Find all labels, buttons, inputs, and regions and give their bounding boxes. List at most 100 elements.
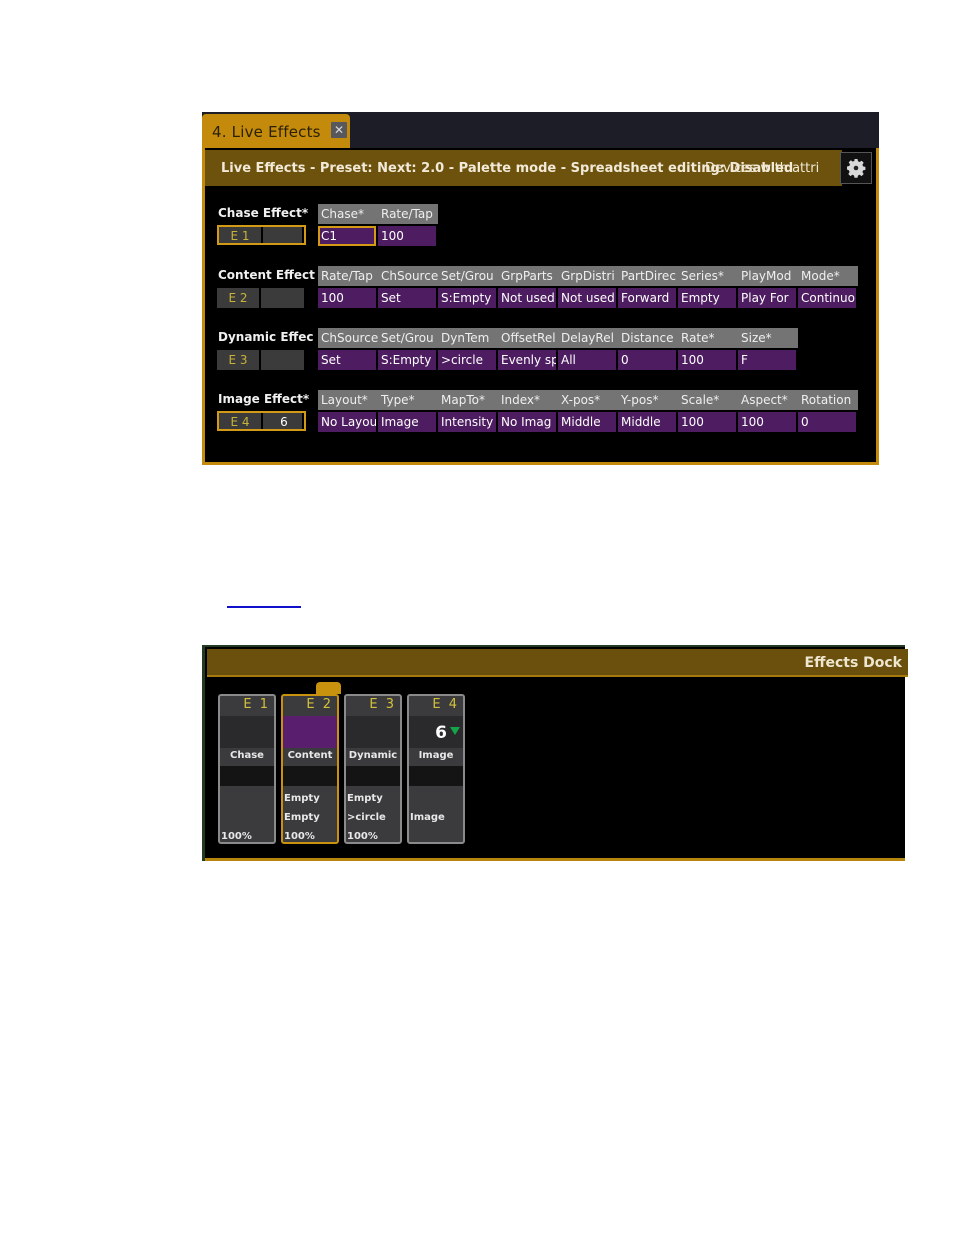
effect-tile-line: 100% (347, 831, 378, 842)
window-title-bar: Live Effects - Preset: Next: 2.0 - Palet… (205, 150, 842, 186)
table-cell[interactable]: Continuo (798, 288, 856, 308)
column-header[interactable]: ChSource (318, 328, 378, 348)
dock-title-bar: Effects Dock (207, 649, 908, 677)
live-effects-window: 4. Live Effects ✕ Live Effects - Preset:… (202, 112, 879, 465)
column-header[interactable]: Scale* (678, 390, 738, 410)
table-cell[interactable]: 100 (318, 288, 376, 308)
effect-id-value (261, 288, 304, 308)
tab-label: 4. Live Effects (212, 123, 321, 141)
column-header[interactable]: PartDirec (618, 266, 678, 286)
table-cell[interactable]: Not used (558, 288, 616, 308)
effect-tile-id: E 3 (369, 697, 396, 712)
window-title-overlay: Devices with attri (705, 161, 820, 176)
hyperlink[interactable] (227, 592, 301, 608)
column-header[interactable]: GrpParts (498, 266, 558, 286)
column-header[interactable]: MapTo* (438, 390, 498, 410)
column-header[interactable]: Y-pos* (618, 390, 678, 410)
table-cell[interactable]: 0 (798, 412, 856, 432)
effect-tile-e3[interactable]: E 3 Dynamic Empty >circle 100% (344, 694, 402, 844)
effect-tile-name: Dynamic (348, 750, 398, 761)
effect-tile-preview (346, 716, 400, 748)
column-header[interactable]: Type* (378, 390, 438, 410)
column-header[interactable]: OffsetRel (498, 328, 558, 348)
column-header[interactable]: PlayMod (738, 266, 798, 286)
column-header[interactable]: ChSource (378, 266, 438, 286)
table-cell[interactable]: >circle (438, 350, 496, 370)
table-cell[interactable]: 100 (678, 350, 736, 370)
table-cell[interactable]: Forward (618, 288, 676, 308)
effect-tile-e1[interactable]: E 1 Chase 100% (218, 694, 276, 844)
dock-bottom-border (205, 858, 905, 861)
gear-icon (847, 159, 866, 178)
selected-effect-tab (316, 682, 341, 694)
table-cell[interactable]: Empty (678, 288, 736, 308)
table-cell[interactable]: S:Empty (438, 288, 496, 308)
table-cell[interactable]: Middle (618, 412, 676, 432)
tab-live-effects[interactable]: 4. Live Effects ✕ (202, 114, 350, 150)
table-cell[interactable]: Set (318, 350, 376, 370)
column-header[interactable]: Set/Grou (378, 328, 438, 348)
column-header[interactable]: Size* (738, 328, 798, 348)
cell-rate-tap[interactable]: 100 (378, 226, 436, 246)
table-cell[interactable]: S:Empty (378, 350, 436, 370)
column-header[interactable]: Rate* (678, 328, 738, 348)
effect-tile-name: Chase (230, 750, 264, 761)
effect-tile-e2[interactable]: E 2 Content Empty Empty 100% (281, 694, 339, 844)
table-cell[interactable]: Play For (738, 288, 796, 308)
effect-tile-line: Empty (284, 812, 320, 823)
effect-tile-line: Image (410, 812, 445, 823)
effect-tile-id: E 2 (306, 697, 333, 712)
column-header[interactable]: Chase* (318, 204, 378, 224)
effect-tile-band (346, 766, 400, 786)
effect-tile-number: 6 (435, 723, 447, 743)
effect-id-e1[interactable]: E 1 (217, 225, 306, 245)
effect-id-e2[interactable]: E 2 (217, 288, 306, 308)
effect-id-e3[interactable]: E 3 (217, 350, 306, 370)
column-header[interactable]: DelayRel (558, 328, 618, 348)
column-header[interactable]: Mode* (798, 266, 858, 286)
effect-id-value (263, 227, 302, 243)
table-cell[interactable]: F (738, 350, 796, 370)
column-header[interactable]: Series* (678, 266, 738, 286)
effect-tile-preview (283, 716, 337, 748)
table-cell[interactable]: 100 (738, 412, 796, 432)
column-header[interactable]: GrpDistri (558, 266, 618, 286)
table-cell[interactable]: All (558, 350, 616, 370)
effect-tile-id: E 1 (243, 697, 270, 712)
triangle-down-icon (450, 727, 460, 735)
settings-button[interactable] (840, 152, 872, 184)
effect-id-number: E 1 (219, 227, 261, 243)
row-label-image: Image Effect* (218, 392, 310, 406)
effect-id-value: 6 (263, 413, 302, 429)
column-header[interactable]: Aspect* (738, 390, 798, 410)
table-cell[interactable]: 100 (678, 412, 736, 432)
table-cell[interactable]: Not used (498, 288, 556, 308)
row-label-dynamic: Dynamic Effec (218, 330, 314, 344)
cell-chase[interactable]: C1 (318, 226, 376, 246)
column-header[interactable]: Index* (498, 390, 558, 410)
table-cell[interactable]: Middle (558, 412, 616, 432)
column-header[interactable]: Distance (618, 328, 678, 348)
table-cell[interactable]: Intensity (438, 412, 496, 432)
effect-tile-id: E 4 (432, 697, 459, 712)
effects-dock-window: Effects Dock E 1 Chase 100% E 2 Content … (202, 645, 908, 861)
effect-id-e4[interactable]: E 4 6 (217, 411, 306, 431)
table-cell[interactable]: Image (378, 412, 436, 432)
dynamic-grid: ChSource Set/Grou DynTem OffsetRel Delay… (318, 328, 798, 370)
column-header[interactable]: DynTem (438, 328, 498, 348)
table-cell[interactable]: Set (378, 288, 436, 308)
column-header[interactable]: Rate/Tap (378, 204, 438, 224)
column-header[interactable]: Rate/Tap (318, 266, 378, 286)
column-header[interactable]: Set/Grou (438, 266, 498, 286)
row-label-content: Content Effect (218, 268, 315, 282)
column-header[interactable]: Rotation (798, 390, 858, 410)
table-cell[interactable]: Evenly sp (498, 350, 556, 370)
column-header[interactable]: X-pos* (558, 390, 618, 410)
table-cell[interactable]: 0 (618, 350, 676, 370)
column-header[interactable]: Layout* (318, 390, 378, 410)
table-cell[interactable]: No Layou (318, 412, 376, 432)
row-label-chase: Chase Effect* (218, 206, 309, 220)
close-icon[interactable]: ✕ (331, 122, 347, 138)
effect-tile-e4[interactable]: E 4 6 Image Image (407, 694, 465, 844)
table-cell[interactable]: No Imag (498, 412, 556, 432)
